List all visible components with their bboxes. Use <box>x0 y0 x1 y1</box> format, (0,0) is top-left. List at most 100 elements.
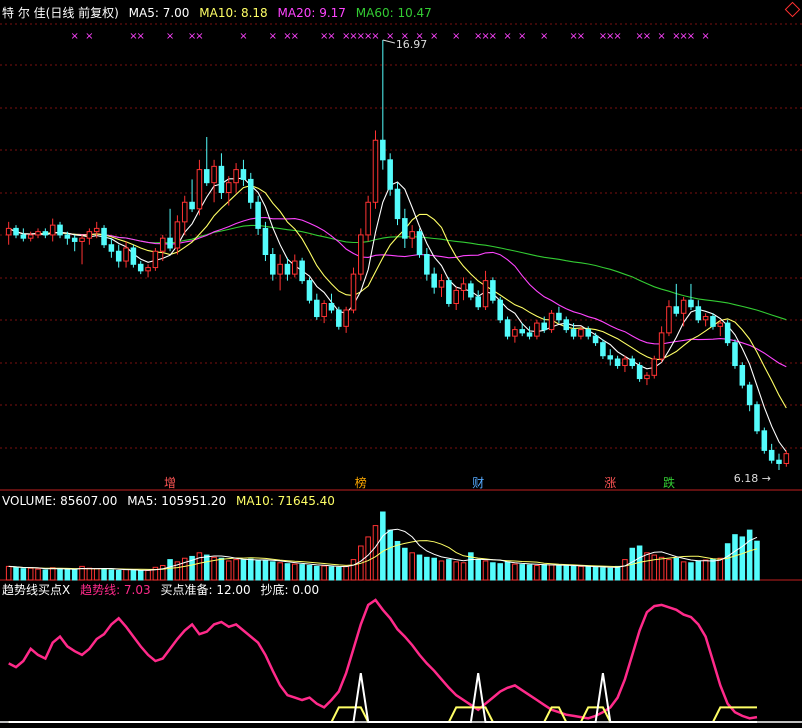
volume-bar <box>585 566 592 581</box>
stock-name[interactable]: 特 尔 佳 <box>2 6 46 20</box>
candle-body <box>592 335 599 344</box>
candle-body <box>292 260 298 275</box>
candle-body <box>438 280 445 288</box>
candle-body <box>218 165 225 193</box>
candle-body <box>5 227 12 236</box>
candle <box>365 195 371 242</box>
candle-body <box>145 267 151 272</box>
candle <box>622 355 628 373</box>
vol-ma5-readout: MA5: 105951.20 <box>127 494 227 508</box>
signal-marker: × <box>291 31 299 42</box>
candle-body <box>548 312 555 331</box>
volume-bar <box>262 560 269 581</box>
signal-marker: × <box>85 31 93 42</box>
volume-bar <box>71 569 78 581</box>
signal-marker: × <box>540 31 548 42</box>
volume-bar <box>225 560 232 581</box>
volume-bar <box>380 511 386 581</box>
candle-body <box>35 231 41 236</box>
candle-body <box>702 316 709 321</box>
volume-bar <box>292 563 298 581</box>
candle-body <box>123 247 129 262</box>
candle <box>306 277 313 304</box>
volume-bar <box>394 540 401 581</box>
signal-marker: × <box>327 31 335 42</box>
volume-bar <box>284 563 291 581</box>
signal-marker: × <box>430 31 438 42</box>
candle <box>695 300 702 324</box>
candle-body <box>270 254 276 275</box>
candle-body <box>783 453 790 464</box>
ma10-readout: MA10: 8.18 <box>199 6 268 20</box>
candle <box>446 277 452 307</box>
candle <box>108 238 115 258</box>
candle <box>292 254 298 278</box>
candle-body <box>394 188 401 220</box>
indicator-name[interactable]: 趋势线买点X <box>2 583 70 597</box>
volume-bar <box>343 565 349 581</box>
volume-bar <box>233 559 239 581</box>
candle-body <box>306 280 313 301</box>
volume-bar <box>328 566 335 581</box>
candle <box>680 296 687 327</box>
candle <box>372 130 379 209</box>
signal-marker: × <box>166 31 174 42</box>
candle-body <box>115 250 122 262</box>
volume-readout: VOLUME: 85607.00 <box>2 494 118 508</box>
candle <box>724 319 731 346</box>
candle-body <box>710 316 716 327</box>
candle <box>409 225 415 248</box>
volume-bar <box>365 536 371 581</box>
volume-bar <box>167 559 173 581</box>
volume-bar <box>108 569 115 581</box>
candle-body <box>512 329 518 337</box>
candle-body <box>761 430 768 451</box>
volume-bar <box>570 565 577 581</box>
candle-body <box>240 169 247 180</box>
candle-body <box>614 358 621 367</box>
candle-body <box>460 283 467 291</box>
candle <box>754 401 760 435</box>
prep-readout: 买点准备: 12.00 <box>160 583 251 597</box>
vol-ma10-readout: MA10: 71645.40 <box>235 494 335 508</box>
signal-marker: × <box>577 31 585 42</box>
candle <box>394 182 401 226</box>
volume-bar <box>93 568 100 581</box>
volume-bar <box>49 567 56 581</box>
volume-bar <box>526 564 533 581</box>
signal-marker: × <box>415 31 423 42</box>
candle <box>431 267 437 294</box>
candle <box>673 283 680 317</box>
signal-marker: × <box>643 31 651 42</box>
candle <box>211 159 217 203</box>
volume-bar <box>658 556 665 581</box>
candle-body <box>717 322 724 327</box>
volume-bar <box>446 559 452 581</box>
candle <box>380 40 386 170</box>
candle <box>614 355 621 369</box>
volume-bar <box>247 558 254 581</box>
candle-body <box>130 247 137 265</box>
candle <box>152 247 159 271</box>
candle-body <box>519 329 525 334</box>
candle <box>556 306 562 324</box>
volume-bar <box>336 566 342 581</box>
volume-bar <box>724 543 731 581</box>
indicator-header: 趋势线买点X 趋势线: 7.03 买点准备: 12.00 抄底: 0.00 <box>2 582 325 598</box>
candle <box>475 290 481 311</box>
volume-bar <box>101 568 107 581</box>
volume-bar <box>666 559 672 581</box>
volume-bar <box>497 563 503 581</box>
volume-bar <box>578 565 584 581</box>
ma60-readout: MA60: 10.47 <box>355 6 432 20</box>
volume-bar <box>57 568 63 581</box>
volume-bar <box>416 554 423 581</box>
candle-body <box>328 302 335 311</box>
candle-body <box>585 329 592 337</box>
candle <box>424 247 430 281</box>
candle-body <box>680 299 687 314</box>
candle <box>651 355 658 379</box>
candle-body <box>658 332 665 360</box>
candle <box>5 221 12 245</box>
volume-bar <box>680 561 687 581</box>
